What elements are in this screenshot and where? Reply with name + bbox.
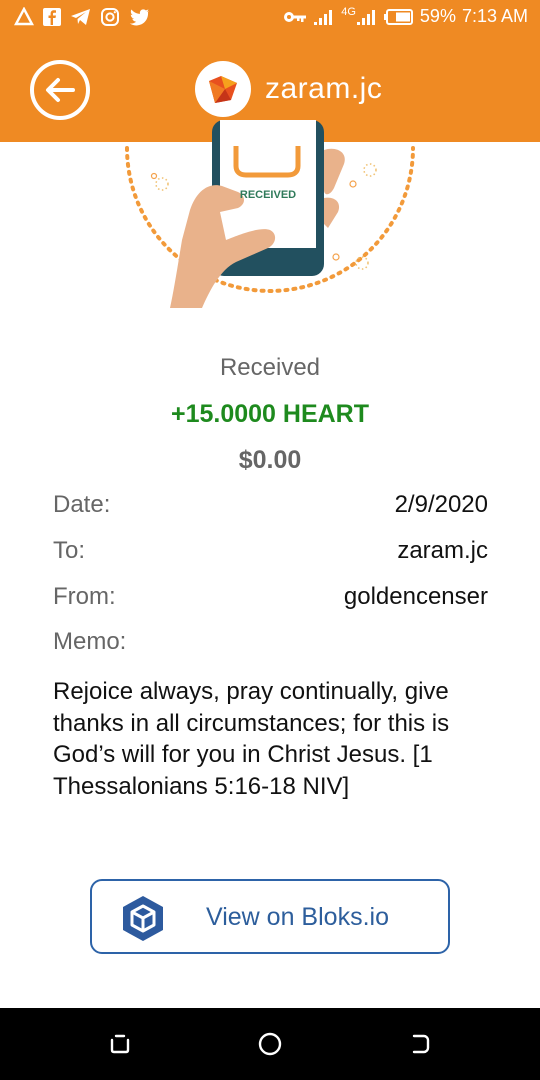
recent-apps-icon bbox=[110, 1034, 130, 1054]
system-nav-bar bbox=[0, 1008, 540, 1080]
transaction-type: Received bbox=[219, 354, 321, 381]
telegram-icon bbox=[71, 9, 90, 25]
recent-apps-button[interactable] bbox=[106, 1030, 134, 1058]
system-status: 4G 59% 7:13 AM bbox=[283, 6, 528, 27]
view-on-bloks-label: View on Bloks.io bbox=[206, 903, 389, 931]
memo-label: Memo: bbox=[53, 628, 127, 655]
from-value: goldencenser bbox=[343, 583, 488, 610]
battery-icon bbox=[383, 8, 413, 25]
phone-received-label: RECEIVED bbox=[240, 189, 296, 201]
status-bar: 4G 59% 7:13 AM bbox=[0, 0, 540, 36]
key-icon bbox=[284, 11, 307, 22]
detail-row-date: Date: 2/9/2020 bbox=[53, 491, 488, 519]
signal-icon-2 bbox=[356, 9, 375, 25]
memo-text: Rejoice always, pray continually, give t… bbox=[53, 678, 450, 800]
date-value: 2/9/2020 bbox=[394, 491, 488, 518]
from-label: From: bbox=[53, 583, 116, 610]
detail-row-from: From: goldencenser bbox=[53, 583, 488, 611]
transaction-usd-value: $0.00 bbox=[238, 446, 302, 474]
home-button[interactable] bbox=[256, 1030, 284, 1058]
to-label: To: bbox=[53, 537, 86, 564]
back-button[interactable] bbox=[30, 60, 90, 120]
battery-percent: 59% bbox=[419, 6, 456, 26]
warning-icon bbox=[14, 7, 34, 26]
signal-icon-1 bbox=[314, 9, 333, 25]
date-label: Date: bbox=[53, 491, 111, 518]
detail-row-to: To: zaram.jc bbox=[53, 537, 488, 565]
home-circle-icon bbox=[258, 1032, 282, 1056]
view-on-bloks-button[interactable]: View on Bloks.io bbox=[90, 879, 450, 954]
transaction-amount: +15.0000 HEART bbox=[170, 400, 370, 428]
instagram-icon bbox=[101, 8, 119, 26]
cube-icon bbox=[123, 896, 163, 941]
received-illustration: RECEIVED bbox=[110, 100, 430, 330]
hand-phone-illustration: RECEIVED bbox=[125, 120, 415, 308]
network-type: 4G bbox=[341, 5, 356, 18]
arrow-left-icon bbox=[46, 78, 75, 102]
back-nav-icon bbox=[412, 1034, 430, 1054]
clock: 7:13 AM bbox=[461, 6, 528, 26]
back-nav-button[interactable] bbox=[406, 1030, 434, 1058]
to-value: zaram.jc bbox=[397, 537, 488, 564]
twitter-icon bbox=[129, 9, 149, 26]
notification-icons bbox=[14, 7, 150, 27]
facebook-icon bbox=[43, 8, 61, 26]
